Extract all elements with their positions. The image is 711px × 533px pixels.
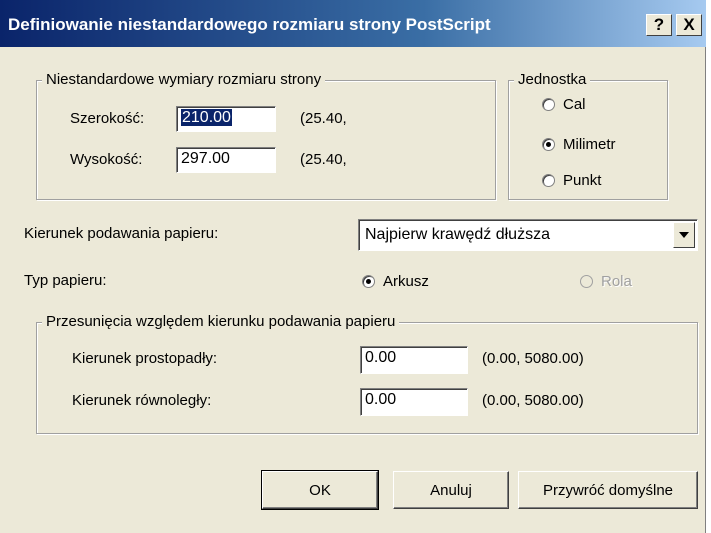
custom-size-legend: Niestandardowe wymiary rozmiaru strony xyxy=(42,71,326,89)
paper-arkusz-label: Arkusz xyxy=(383,273,429,290)
restore-defaults-button[interactable]: Przywróć domyślne xyxy=(518,471,698,509)
parallel-label: Kierunek równoległy: xyxy=(72,392,212,409)
unit-punkt-label: Punkt xyxy=(563,172,602,189)
paper-rola-label: Rola xyxy=(601,273,632,290)
custom-page-size-dialog: Definiowanie niestandardowego rozmiaru s… xyxy=(0,0,706,533)
radio-checked-icon xyxy=(542,138,555,151)
height-input[interactable]: 297.00 xyxy=(176,147,276,173)
parallel-value: 0.00 xyxy=(365,391,397,408)
feed-direction-value: Najpierw krawędź dłuższa xyxy=(365,226,550,243)
close-button[interactable]: X xyxy=(676,14,702,36)
feed-direction-select[interactable]: Najpierw krawędź dłuższa xyxy=(358,219,698,251)
width-label: Szerokość: xyxy=(70,110,145,127)
paper-type-label: Typ papieru: xyxy=(24,272,107,289)
width-value: 210.00 xyxy=(181,109,232,126)
custom-size-group xyxy=(36,80,496,200)
height-value: 297.00 xyxy=(181,150,230,167)
feed-direction-label: Kierunek podawania papieru: xyxy=(24,225,219,242)
perpendicular-range: (0.00, 5080.00) xyxy=(482,350,584,367)
offsets-legend: Przesunięcia względem kierunku podawania… xyxy=(42,313,400,331)
offsets-group xyxy=(36,322,698,434)
cancel-button[interactable]: Anuluj xyxy=(393,471,509,509)
radio-circle-icon xyxy=(542,98,555,111)
width-range: (25.40, xyxy=(300,110,347,127)
width-input[interactable]: 210.00 xyxy=(176,106,276,132)
paper-type-radio-arkusz[interactable]: Arkusz xyxy=(362,273,429,290)
radio-checked-icon xyxy=(362,275,375,288)
unit-radio-cal[interactable]: Cal xyxy=(542,96,586,113)
height-range: (25.40, xyxy=(300,151,347,168)
parallel-range: (0.00, 5080.00) xyxy=(482,392,584,409)
height-label: Wysokość: xyxy=(70,151,143,168)
window-title: Definiowanie niestandardowego rozmiaru s… xyxy=(8,15,491,34)
unit-cal-label: Cal xyxy=(563,96,586,113)
ok-button[interactable]: OK xyxy=(261,470,379,510)
perpendicular-value: 0.00 xyxy=(365,349,397,366)
unit-milimetr-label: Milimetr xyxy=(563,136,616,153)
radio-disabled-icon xyxy=(580,275,593,288)
unit-radio-milimetr[interactable]: Milimetr xyxy=(542,136,616,153)
perpendicular-label: Kierunek prostopadły: xyxy=(72,350,218,367)
unit-radio-punkt[interactable]: Punkt xyxy=(542,172,601,189)
perpendicular-input[interactable]: 0.00 xyxy=(360,346,468,374)
paper-type-radio-rola: Rola xyxy=(580,273,632,290)
parallel-input[interactable]: 0.00 xyxy=(360,388,468,416)
chevron-down-icon xyxy=(679,232,689,238)
unit-legend: Jednostka xyxy=(514,71,591,89)
title-bar[interactable]: Definiowanie niestandardowego rozmiaru s… xyxy=(0,0,706,47)
dropdown-button[interactable] xyxy=(673,222,695,248)
help-button[interactable]: ? xyxy=(646,14,672,36)
radio-circle-icon xyxy=(542,174,555,187)
